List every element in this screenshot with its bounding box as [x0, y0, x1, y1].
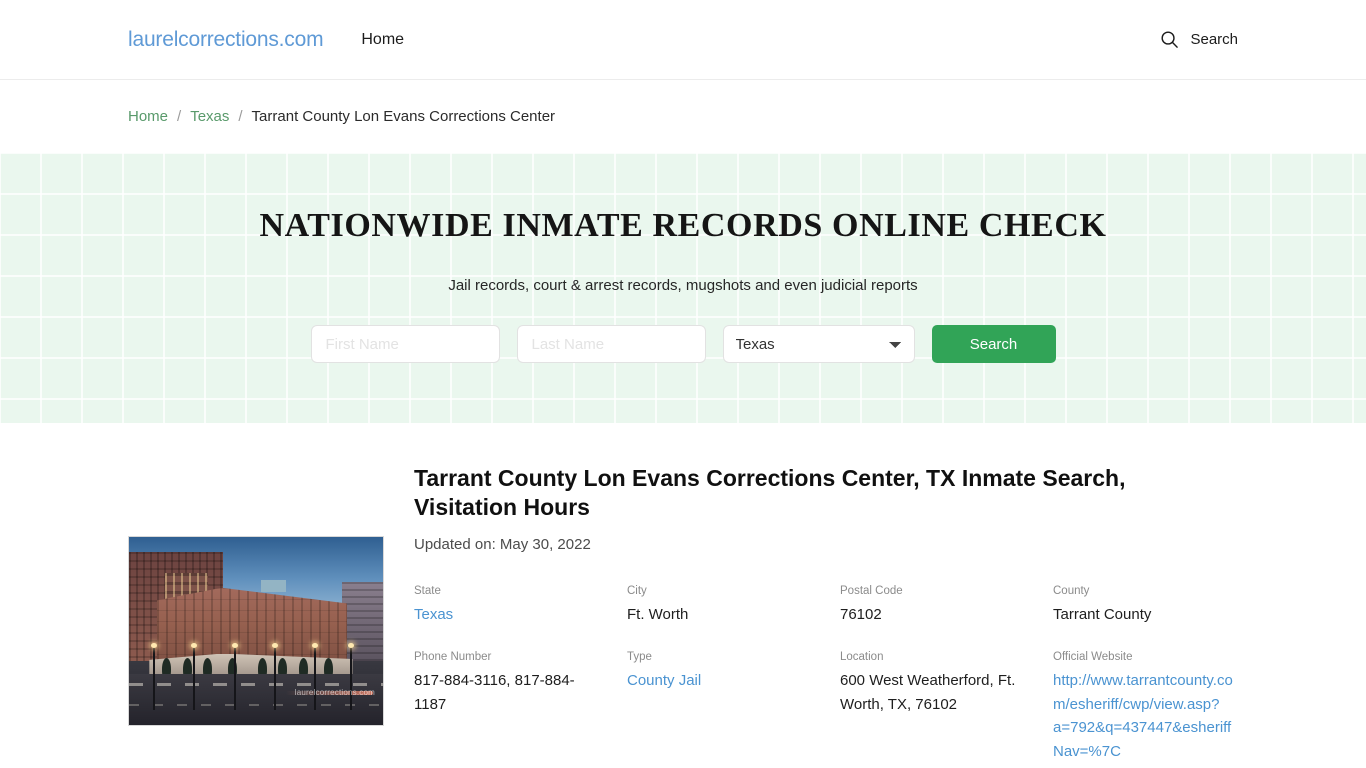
fact-county: County Tarrant County — [1053, 583, 1238, 627]
breadcrumb: Home / Texas / Tarrant County Lon Evans … — [128, 108, 555, 125]
inmate-search-form: Texas Search — [310, 294, 1056, 363]
header-search-label: Search — [1190, 31, 1238, 48]
fact-value-link[interactable]: Texas — [414, 600, 599, 627]
breadcrumb-item-home[interactable]: Home — [128, 108, 168, 125]
fact-location: Location 600 West Weatherford, Ft. Worth… — [840, 649, 1025, 764]
main-content: laurelcorrections.com Tarrant County Lon… — [0, 423, 1366, 764]
hero-section: NATIONWIDE INMATE RECORDS ONLINE CHECK J… — [0, 153, 1366, 423]
fact-official-website: Official Website http://www.tarrantcount… — [1053, 649, 1238, 764]
page-title: Tarrant County Lon Evans Corrections Cen… — [414, 465, 1126, 521]
fact-label: County — [1053, 584, 1090, 597]
last-name-input[interactable] — [516, 325, 706, 363]
fact-label: City — [627, 584, 647, 597]
fact-phone-number: Phone Number 817-884-3116, 817-884-1187 — [414, 649, 599, 764]
updated-date: Updated on: May 30, 2022 — [414, 535, 591, 553]
header-search-button[interactable]: Search — [1160, 30, 1238, 49]
hero-title: NATIONWIDE INMATE RECORDS ONLINE CHECK — [259, 207, 1107, 244]
main-navigation: Home — [361, 31, 404, 49]
fact-state: State Texas — [414, 583, 599, 627]
photo-street-lamps — [144, 643, 368, 710]
fact-label: Phone Number — [414, 650, 492, 663]
fact-value-link[interactable]: County Jail — [627, 666, 812, 693]
site-logo[interactable]: laurelcorrections.com — [128, 28, 324, 52]
fact-value: Tarrant County — [1053, 606, 1152, 624]
site-header: laurelcorrections.com Home Search — [0, 0, 1366, 80]
fact-city: City Ft. Worth — [627, 583, 812, 627]
fact-label: Type — [627, 650, 652, 663]
facility-details-column: Tarrant County Lon Evans Corrections Cen… — [414, 464, 1238, 764]
photo-watermark: laurelcorrections.com — [294, 688, 375, 697]
fact-label: Postal Code — [840, 584, 903, 597]
facility-photo: laurelcorrections.com — [128, 536, 384, 726]
fact-label: Location — [840, 650, 884, 663]
breadcrumb-bar: Home / Texas / Tarrant County Lon Evans … — [0, 80, 1366, 153]
breadcrumb-item-current: Tarrant County Lon Evans Corrections Cen… — [251, 108, 556, 125]
first-name-input[interactable] — [310, 325, 500, 363]
facility-facts-grid: State Texas City Ft. Worth Postal Code 7… — [414, 553, 1238, 764]
hero-subtitle: Jail records, court & arrest records, mu… — [448, 277, 918, 294]
fact-value: Ft. Worth — [627, 606, 689, 624]
nav-item-home[interactable]: Home — [361, 31, 404, 49]
fact-value: 817-884-3116, 817-884-1187 — [414, 672, 575, 713]
fact-label: Official Website — [1053, 650, 1133, 663]
state-select[interactable]: Texas — [722, 325, 915, 363]
breadcrumb-separator: / — [238, 108, 243, 125]
fact-label: State — [414, 584, 441, 597]
search-icon — [1161, 31, 1179, 48]
fact-value: 76102 — [840, 606, 882, 624]
facility-photo-column: laurelcorrections.com — [128, 464, 384, 764]
search-submit-button[interactable]: Search — [931, 325, 1056, 363]
fact-value-link[interactable]: http://www.tarrantcounty.com/esheriff/cw… — [1053, 666, 1238, 764]
breadcrumb-item-texas[interactable]: Texas — [190, 108, 229, 125]
photo-roof-structure — [261, 580, 287, 592]
breadcrumb-separator: / — [177, 108, 182, 125]
fact-type: Type County Jail — [627, 649, 812, 764]
fact-postal-code: Postal Code 76102 — [840, 583, 1025, 627]
fact-value: 600 West Weatherford, Ft. Worth, TX, 761… — [840, 672, 1016, 713]
